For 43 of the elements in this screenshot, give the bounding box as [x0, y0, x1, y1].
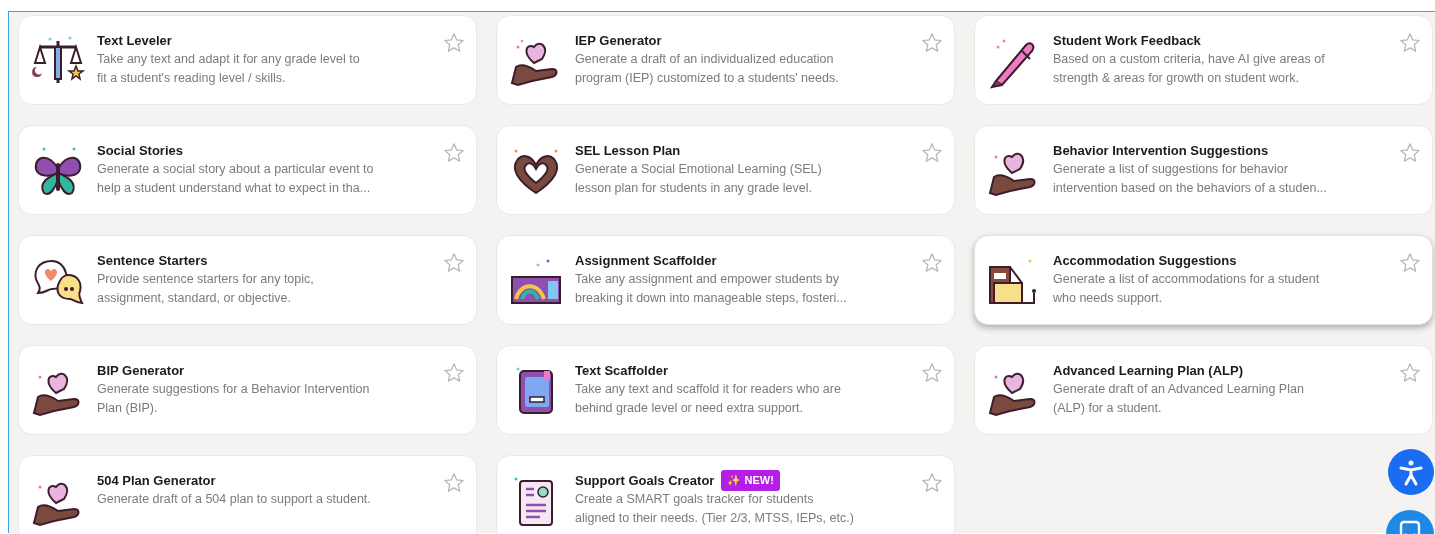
- tool-description: Generate draft of an Advanced Learning Plan (ALP) for a student.: [1053, 381, 1304, 417]
- tool-title: Student Work Feedback: [1053, 31, 1201, 50]
- tool-title: Text Scaffolder: [575, 361, 668, 380]
- tool-card[interactable]: Support Goals Creator ✨ NEW! Create a SMART goals tracker for students aligned to their needs. (Tier 2/3, MTSS, IEPs, etc.): [496, 455, 955, 534]
- tool-description: Take any assignment and empower students by breaking it down into manageable steps, fosteri...: [575, 271, 847, 307]
- tool-card[interactable]: Social Stories Generate a social story about a particular event to help a student understand what to expect in tha...: [18, 125, 477, 215]
- tool-description: Take any text and scaffold it for readers who are behind grade level or need extra support.: [575, 381, 841, 417]
- tool-description: Generate a list of suggestions for behavior intervention based on the behaviors of a studen...: [1053, 161, 1327, 197]
- tool-title: Support Goals Creator: [575, 471, 715, 490]
- tool-description: Provide sentence starters for any topic, assignment, standard, or objective.: [97, 271, 314, 307]
- tool-title: Behavior Intervention Suggestions: [1053, 141, 1269, 160]
- tool-title: Sentence Starters: [97, 251, 208, 270]
- new-badge: ✨ NEW!: [721, 470, 780, 491]
- tool-description: Generate a social story about a particular event to help a student understand what to expect in tha...: [97, 161, 374, 197]
- tool-card[interactable]: BIP Generator Generate suggestions for a Behavior Intervention Plan (BIP).: [18, 345, 477, 435]
- tool-title: Accommodation Suggestions: [1053, 251, 1237, 270]
- tool-title: Assignment Scaffolder: [575, 251, 717, 270]
- tool-title: Advanced Learning Plan (ALP): [1053, 361, 1243, 380]
- tool-title: 504 Plan Generator: [97, 471, 216, 490]
- tool-title: SEL Lesson Plan: [575, 141, 681, 160]
- tool-description: Generate draft of a 504 plan to support a student.: [97, 491, 371, 508]
- tool-card[interactable]: Advanced Learning Plan (ALP) Generate draft of an Advanced Learning Plan (ALP) for a student.: [974, 345, 1433, 435]
- tool-description: Take any text and adapt it for any grade level to fit a student's reading level / skills.: [97, 51, 360, 87]
- tool-description: Generate a list of accommodations for a student who needs support.: [1053, 271, 1320, 307]
- tool-title: BIP Generator: [97, 361, 185, 380]
- tool-card[interactable]: SEL Lesson Plan Generate a Social Emotional Learning (SEL) lesson plan for students in any grade level.: [496, 125, 955, 215]
- tool-description: Generate a draft of an individualized education program (IEP) customized to a students' needs.: [575, 51, 839, 87]
- tool-description: Generate suggestions for a Behavior Intervention Plan (BIP).: [97, 381, 370, 417]
- tool-title: Social Stories: [97, 141, 183, 160]
- tool-title: Text Leveler: [97, 31, 172, 50]
- tool-description: Based on a custom criteria, have AI give areas of strength & areas for growth on student work.: [1053, 51, 1325, 87]
- tool-card[interactable]: 504 Plan Generator Generate draft of a 504 plan to support a student.: [18, 455, 477, 534]
- tool-card[interactable]: Text Leveler Take any text and adapt it for any grade level to fit a student's reading level / skills.: [18, 15, 477, 105]
- tool-card[interactable]: Sentence Starters Provide sentence starters for any topic, assignment, standard, or objective.: [18, 235, 477, 325]
- tool-description: Create a SMART goals tracker for students aligned to their needs. (Tier 2/3, MTSS, IEPs, etc.): [575, 491, 854, 527]
- tool-card[interactable]: Student Work Feedback Based on a custom criteria, have AI give areas of strength & areas for growth on student work.: [974, 15, 1433, 105]
- tool-card[interactable]: Text Scaffolder Take any text and scaffold it for readers who are behind grade level or need extra support.: [496, 345, 955, 435]
- tool-title: IEP Generator: [575, 31, 662, 50]
- tool-description: Generate a Social Emotional Learning (SEL) lesson plan for students in any grade level.: [575, 161, 822, 197]
- tool-card[interactable]: Behavior Intervention Suggestions Generate a list of suggestions for behavior intervention based on the behaviors of a studen...: [974, 125, 1433, 215]
- tool-card[interactable]: Accommodation Suggestions Generate a list of accommodations for a student who needs support.: [974, 235, 1433, 325]
- tool-card[interactable]: Assignment Scaffolder Take any assignment and empower students by breaking it down into manageable steps, fosteri...: [496, 235, 955, 325]
- tool-card[interactable]: IEP Generator Generate a draft of an individualized education program (IEP) customized to a students' needs.: [496, 15, 955, 105]
